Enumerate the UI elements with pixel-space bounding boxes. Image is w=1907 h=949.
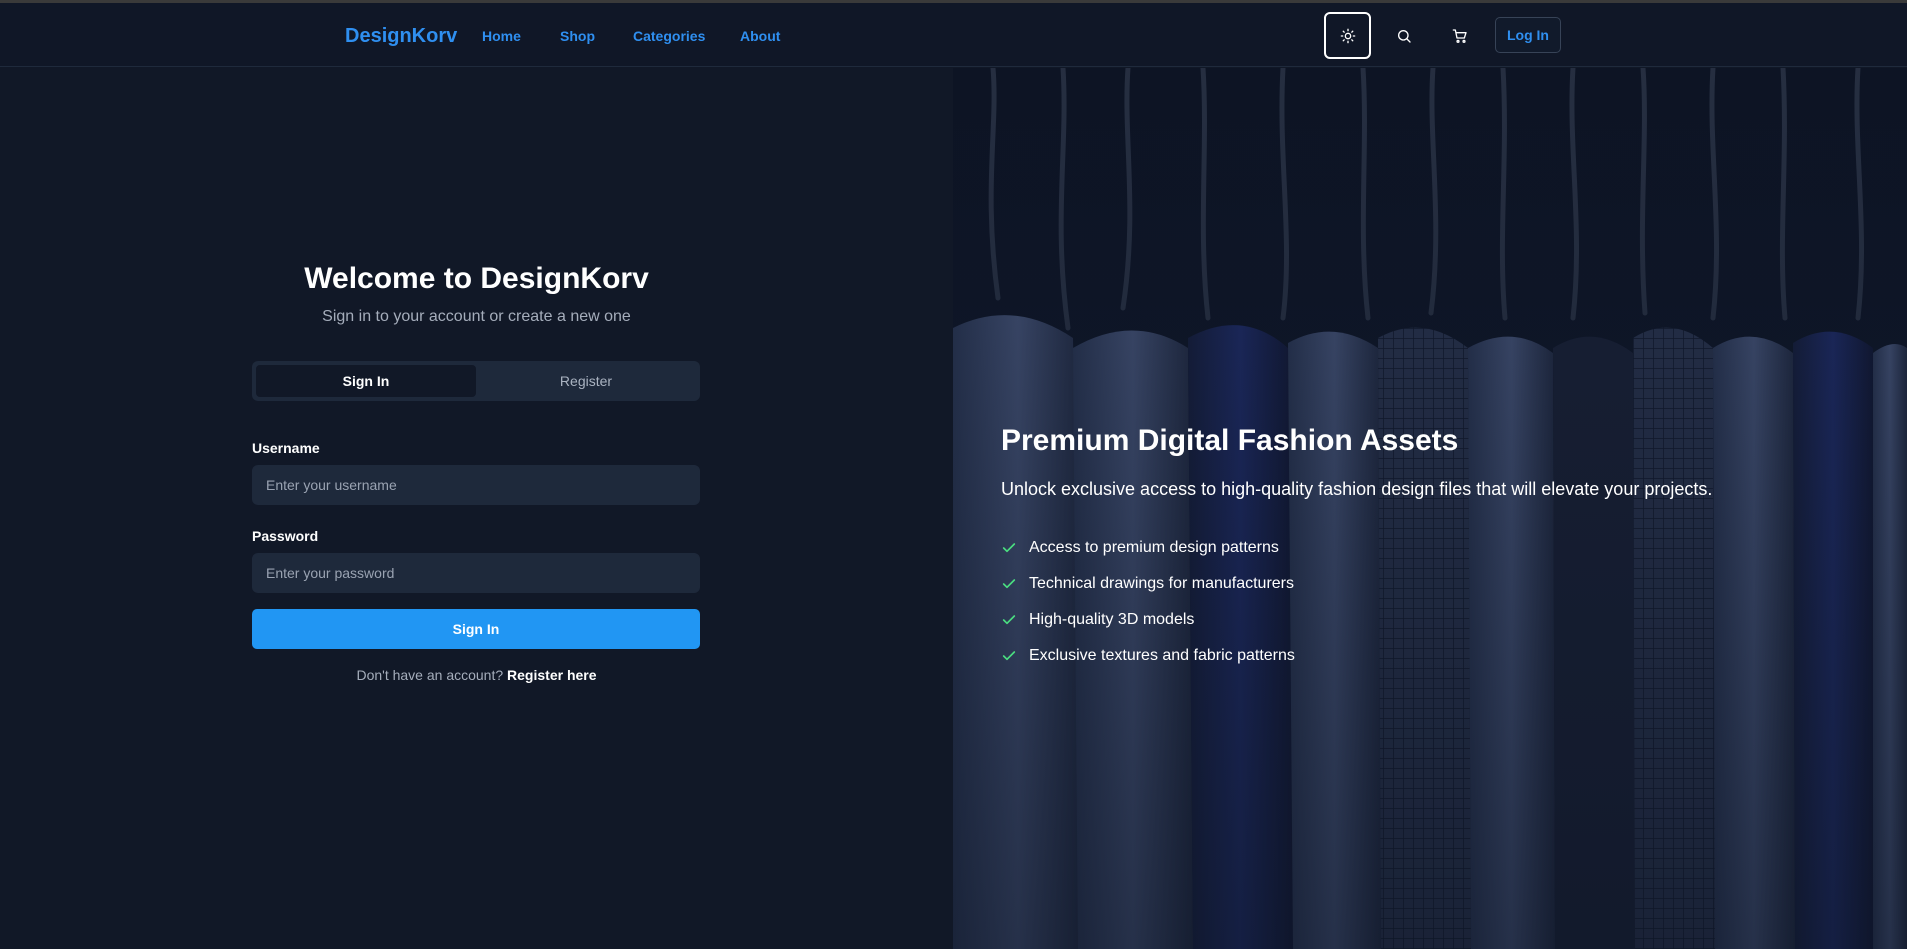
cart-button[interactable] <box>1448 24 1472 48</box>
cart-icon <box>1452 29 1467 43</box>
feature-item: High-quality 3D models <box>1001 602 1295 638</box>
auth-panel <box>0 68 953 949</box>
feature-text: Technical drawings for manufacturers <box>1029 575 1295 592</box>
feature-item: Technical drawings for manufacturers <box>1001 566 1295 602</box>
password-label: Password <box>252 528 319 544</box>
sun-icon <box>1340 28 1355 43</box>
theme-toggle-button[interactable] <box>1324 12 1371 59</box>
feature-text: Exclusive textures and fabric patterns <box>1029 647 1295 664</box>
check-icon <box>1001 648 1029 664</box>
check-icon <box>1001 576 1029 592</box>
auth-title: Welcome to DesignKorv <box>304 262 649 295</box>
nav-link-about[interactable]: About <box>740 28 780 44</box>
navbar: DesignKorv Home Shop Categories About Lo… <box>0 3 1907 67</box>
auth-subtitle: Sign in to your account or create a new … <box>322 308 631 325</box>
hero-panel: Premium Digital Fashion Assets Unlock ex… <box>953 68 1907 949</box>
username-label: Username <box>252 440 320 456</box>
feature-item: Exclusive textures and fabric patterns <box>1001 638 1295 674</box>
register-prompt: Don't have an account? Register here <box>0 667 953 683</box>
password-input[interactable] <box>252 553 700 593</box>
nav-link-categories[interactable]: Categories <box>633 28 705 44</box>
register-prompt-text: Don't have an account? <box>356 667 504 683</box>
search-button[interactable] <box>1392 24 1416 48</box>
login-button[interactable]: Log In <box>1495 17 1561 53</box>
register-link[interactable]: Register here <box>507 667 596 683</box>
search-icon <box>1398 30 1411 43</box>
check-icon <box>1001 612 1029 628</box>
tab-sign-in[interactable]: Sign In <box>256 365 476 397</box>
brand-logo[interactable]: DesignKorv <box>345 25 457 48</box>
feature-list: Access to premium design patterns Techni… <box>1001 530 1295 674</box>
feature-item: Access to premium design patterns <box>1001 530 1295 566</box>
sign-in-button[interactable]: Sign In <box>252 609 700 649</box>
username-input[interactable] <box>252 465 700 505</box>
clothing-rack-image <box>953 68 1907 949</box>
tab-register[interactable]: Register <box>476 365 696 397</box>
auth-tabs: Sign In Register <box>252 361 700 401</box>
feature-text: High-quality 3D models <box>1029 611 1195 628</box>
hero-subtitle: Unlock exclusive access to high-quality … <box>1001 479 1713 499</box>
nav-link-home[interactable]: Home <box>482 28 521 44</box>
nav-link-shop[interactable]: Shop <box>560 28 595 44</box>
hero-title: Premium Digital Fashion Assets <box>1001 424 1459 457</box>
check-icon <box>1001 540 1029 556</box>
feature-text: Access to premium design patterns <box>1029 539 1279 556</box>
